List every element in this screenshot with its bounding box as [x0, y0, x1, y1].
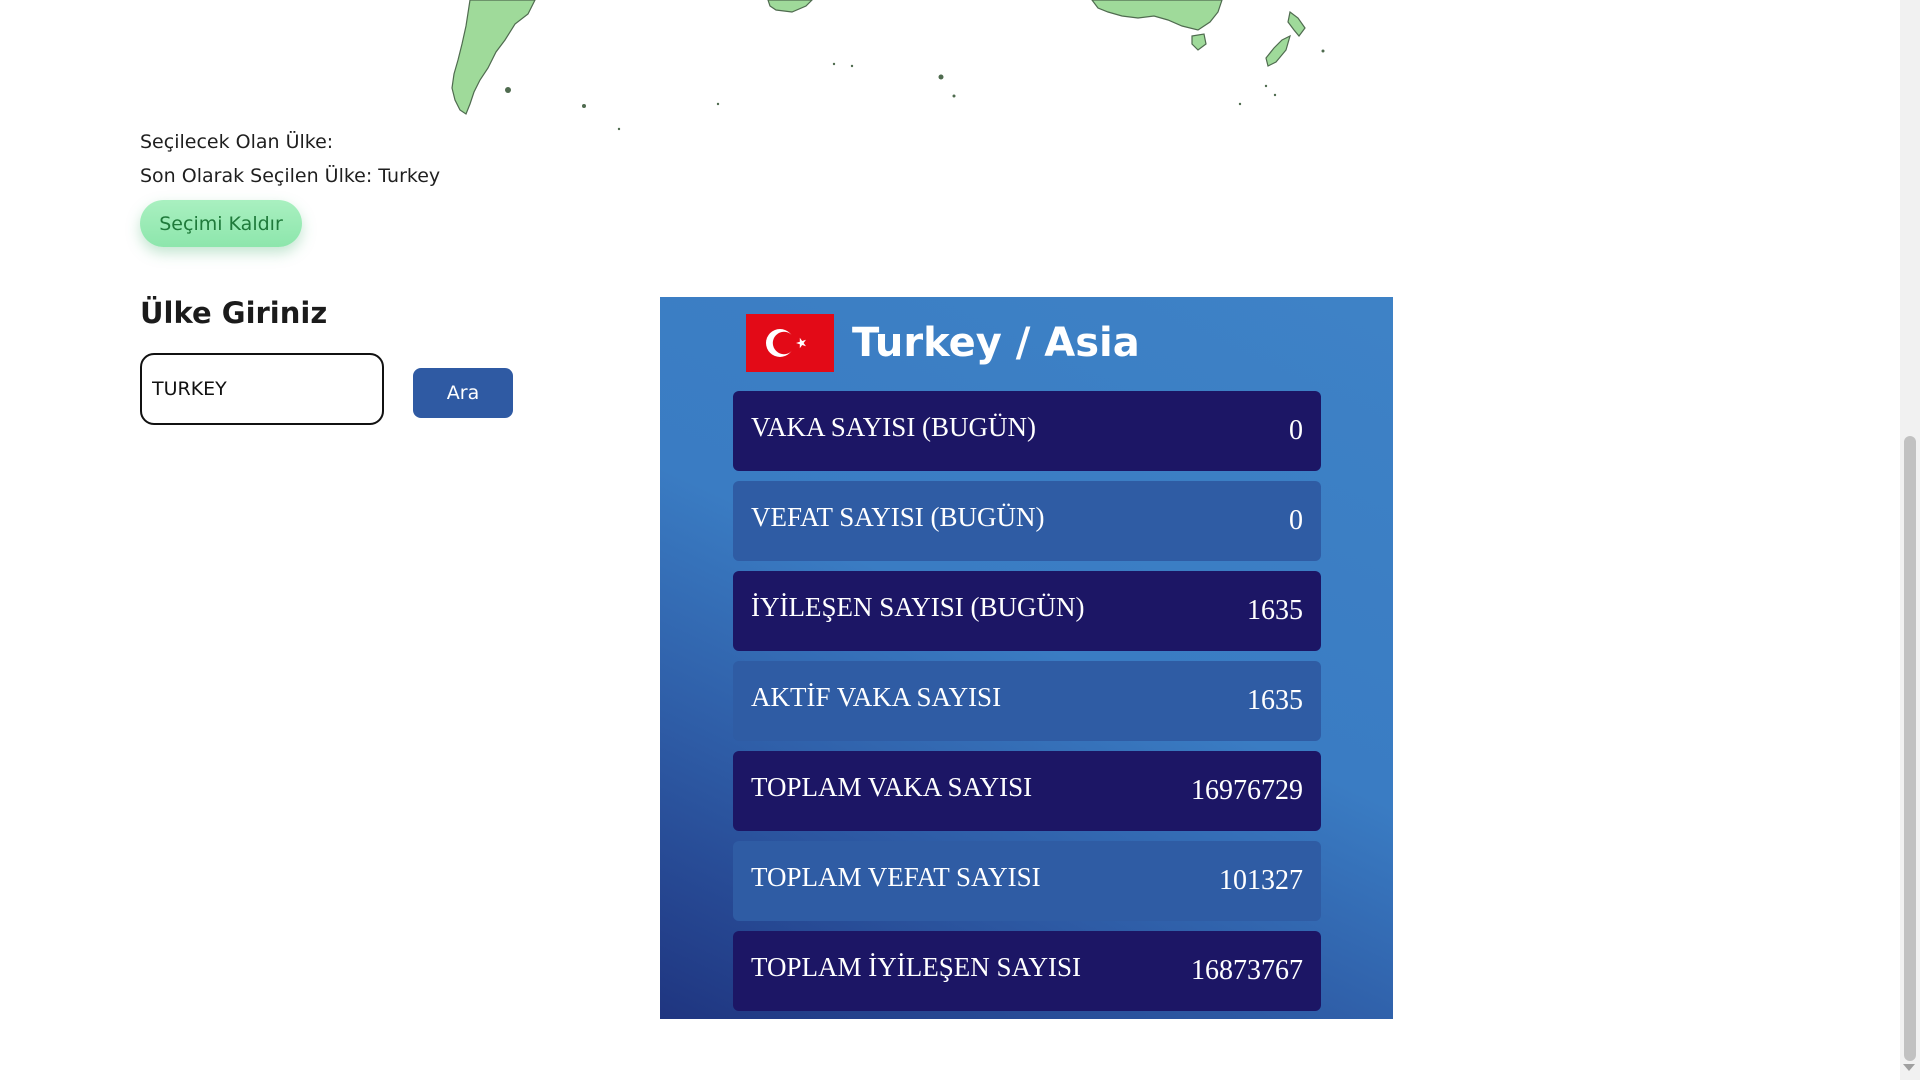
world-map[interactable]: [0, 0, 1400, 135]
stat-label: VEFAT SAYISI (BUGÜN): [751, 501, 1045, 532]
page: Seçilecek Olan Ülke: Son Olarak Seçilen …: [0, 0, 1900, 1080]
map-australia[interactable]: [1091, 0, 1223, 31]
stats-list: VAKA SAYISI (BUGÜN) 0 VEFAT SAYISI (BUGÜ…: [733, 391, 1321, 1021]
stat-row-iyilesen-bugun: İYİLEŞEN SAYISI (BUGÜN) 1635: [733, 571, 1321, 651]
stat-row-toplam-vefat: TOPLAM VEFAT SAYISI 101327: [733, 841, 1321, 921]
stat-row-toplam-iyilesen: TOPLAM İYİLEŞEN SAYISI 16873767: [733, 931, 1321, 1011]
stat-value: 16873767: [1191, 955, 1303, 986]
country-input-title: Ülke Giriniz: [140, 296, 328, 330]
panel-header: Turkey / Asia: [746, 314, 1140, 372]
search-button[interactable]: Ara: [413, 368, 513, 418]
stat-value: 0: [1289, 505, 1303, 536]
scroll-down-arrow-icon[interactable]: [1903, 1064, 1915, 1071]
selected-country-label: Seçilecek Olan Ülke:: [140, 131, 334, 153]
last-selected-country-label: Son Olarak Seçilen Ülke: Turkey: [140, 165, 441, 187]
country-search-input[interactable]: [140, 353, 384, 425]
map-tasmania[interactable]: [1191, 33, 1207, 51]
stat-row-vefat-bugun: VEFAT SAYISI (BUGÜN) 0: [733, 481, 1321, 561]
clear-selection-button[interactable]: Seçimi Kaldır: [140, 200, 302, 247]
stat-value: 101327: [1219, 865, 1303, 896]
country-stats-panel: Turkey / Asia VAKA SAYISI (BUGÜN) 0 VEFA…: [660, 297, 1393, 1019]
stat-label: TOPLAM İYİLEŞEN SAYISI: [751, 951, 1082, 982]
map-south-america[interactable]: [451, 0, 536, 115]
page-scrollbar[interactable]: [1900, 0, 1920, 1080]
scrollbar-thumb[interactable]: [1904, 436, 1916, 1061]
stat-value: 1635: [1247, 685, 1303, 716]
map-new-zealand[interactable]: [1265, 10, 1306, 67]
stat-label: VAKA SAYISI (BUGÜN): [751, 411, 1037, 442]
stat-value: 16976729: [1191, 775, 1303, 806]
stat-label: İYİLEŞEN SAYISI (BUGÜN): [751, 591, 1085, 622]
stat-row-aktif-vaka: AKTİF VAKA SAYISI 1635: [733, 661, 1321, 741]
map-africa-tip[interactable]: [767, 0, 813, 13]
stat-value: 1635: [1247, 595, 1303, 626]
stat-row-toplam-vaka: TOPLAM VAKA SAYISI 16976729: [733, 751, 1321, 831]
stat-value: 0: [1289, 415, 1303, 446]
stat-label: TOPLAM VAKA SAYISI: [751, 771, 1033, 802]
panel-title: Turkey / Asia: [852, 320, 1140, 366]
stat-row-vaka-bugun: VAKA SAYISI (BUGÜN) 0: [733, 391, 1321, 471]
stat-label: TOPLAM VEFAT SAYISI: [751, 861, 1041, 892]
turkey-flag-icon: [746, 314, 834, 372]
stat-label: AKTİF VAKA SAYISI: [751, 681, 1002, 712]
